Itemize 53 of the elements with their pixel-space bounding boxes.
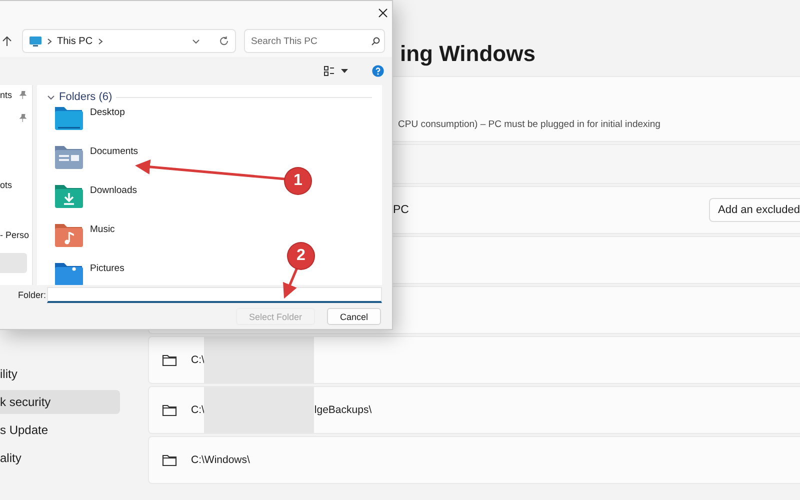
section-heading: Folders (6) [59, 91, 112, 103]
navigation-item[interactable]: nts [0, 85, 27, 105]
navigation-label: nts [0, 90, 12, 100]
search-box[interactable]: Search This PC [244, 29, 385, 53]
indexing-note: CPU consumption) – PC must be plugged in for initial indexing [398, 118, 660, 130]
add-excluded-folder-button[interactable]: Add an excluded [709, 198, 800, 222]
view-options-icon[interactable] [324, 66, 335, 76]
folder-item[interactable]: Pictures [47, 261, 124, 285]
navigation-label: ots [0, 180, 12, 190]
folder-label: Folder: [18, 290, 47, 300]
refresh-icon[interactable] [219, 36, 229, 46]
folder-item[interactable]: Downloads [47, 183, 137, 222]
help-icon[interactable] [372, 65, 384, 77]
search-icon[interactable] [371, 36, 380, 46]
annotation-arrow [283, 268, 298, 299]
folder-path: lgeBackups\ [314, 404, 372, 416]
monitor-icon [29, 36, 42, 46]
chevron-down-icon[interactable] [47, 94, 55, 100]
folder-path: C:\ [191, 354, 204, 366]
settings-nav-item[interactable]: s Update [0, 418, 120, 442]
documents-folder-icon [54, 144, 84, 170]
folder-item[interactable]: Desktop [47, 105, 125, 144]
address-path[interactable]: This PC [57, 36, 93, 46]
chevron-down-icon[interactable] [192, 38, 200, 44]
folder-path: C:\Windows\ [191, 454, 250, 466]
page-title: ing Windows [400, 40, 536, 68]
chevron-right-icon [98, 38, 103, 44]
up-arrow-icon[interactable] [2, 36, 12, 46]
settings-nav-item[interactable]: k security [0, 390, 120, 414]
caret-icon[interactable] [341, 69, 348, 73]
folder-item[interactable]: Documents [47, 144, 138, 183]
close-icon[interactable] [378, 8, 388, 18]
navigation-item[interactable]: ots [0, 175, 27, 195]
folder-icon [162, 404, 177, 416]
folder-icon [162, 454, 177, 466]
folder-icon [162, 354, 177, 366]
search-field[interactable]: Search This PC [251, 36, 363, 46]
pin-icon [19, 114, 27, 122]
pin-icon [19, 91, 27, 99]
navigation-item[interactable]: - Perso [0, 225, 27, 245]
cancel-button[interactable]: Cancel [326, 308, 381, 325]
folder-input-field[interactable] [47, 287, 382, 303]
navigation-label: - Perso [0, 230, 30, 240]
folder-item[interactable]: Music [47, 222, 115, 261]
desktop-folder-icon [54, 105, 84, 131]
music-folder-icon [54, 222, 84, 248]
settings-nav-item[interactable]: ility [0, 362, 120, 386]
exclude-row-label: PC [393, 204, 409, 216]
address-bar[interactable]: This PC [22, 29, 236, 53]
download-folder-icon [54, 183, 84, 209]
chevron-right-icon [47, 38, 52, 44]
folder-path: C:\ [191, 404, 204, 416]
settings-nav-item[interactable]: ality [0, 446, 120, 470]
